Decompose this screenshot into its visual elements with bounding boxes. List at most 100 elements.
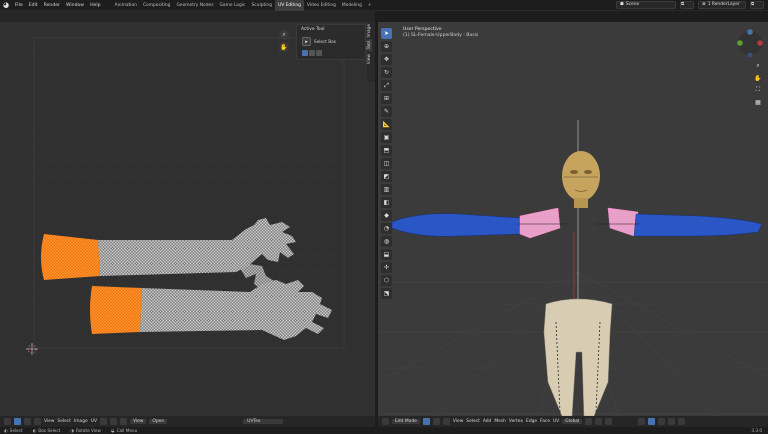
pivot-point-icon[interactable] [585,418,593,425]
orientation-dropdown[interactable]: Global [562,419,583,424]
select-tool-icon[interactable]: ➤ [381,28,392,39]
proportional-edit-icon[interactable] [119,418,127,425]
tab-video-editing[interactable]: Video Editing [304,0,339,11]
gizmo-y-icon [737,40,743,46]
xray-icon[interactable] [648,418,656,425]
menu-help[interactable]: Help [87,0,103,11]
uv-map-field[interactable]: UVTex [243,419,284,424]
shrink-fatten-tool-icon[interactable]: ✢ [381,262,392,273]
poly-build-tool-icon[interactable]: ◆ [381,210,392,221]
inset-tool-icon[interactable]: ◫ [381,158,392,169]
select-box-tool-button[interactable]: ▸ [302,37,311,46]
gizmo-z-icon [747,29,753,35]
menu-edit[interactable]: Edit [26,0,41,11]
shading-material-icon[interactable] [678,418,686,425]
viewport-select-menu[interactable]: Select [466,419,480,424]
viewport-view-menu[interactable]: View [453,419,463,424]
scale-tool-icon[interactable]: ⤢ [381,80,392,91]
overlay-icon[interactable] [638,418,646,425]
status-box-select: ◐ Box Select [32,428,61,433]
transform-tool-icon[interactable]: ⊞ [381,93,392,104]
shear-tool-icon[interactable]: ⬡ [381,275,392,286]
move-tool-icon[interactable]: ✥ [381,54,392,65]
knife-tool-icon[interactable]: ◧ [381,197,392,208]
status-call-menu: ◒ Call Menu [110,428,138,433]
status-bar: ◐ Select ◐ Box Select ◑ Rotate View ◒ Call M… [0,427,768,434]
snap-icon[interactable] [109,418,117,425]
loop-cut-tool-icon[interactable]: ▥ [381,184,392,195]
viewport-add-menu[interactable]: Add [483,419,492,424]
uv-image-menu[interactable]: Image [74,419,88,424]
view-layer-field[interactable]: ≣ 1 RenderLayer [698,1,746,9]
uv-view-menu[interactable]: View [44,419,54,424]
extrude-tool-icon[interactable]: ⬒ [381,145,392,156]
face-mode-icon[interactable] [442,418,450,425]
add-cube-tool-icon[interactable]: ▣ [381,132,392,143]
measure-tool-icon[interactable]: 📐 [381,119,392,130]
sidebar-tab-tool[interactable]: Tool [367,39,372,52]
tab-game-logic[interactable]: Game Logic [217,0,249,11]
viewport-uv-menu[interactable]: UV [553,419,559,424]
viewport-mesh-menu[interactable]: Mesh [494,419,506,424]
tab-geometry-nodes[interactable]: Geometry Nodes [173,0,216,11]
uv-view-dropdown[interactable]: View [129,419,147,424]
select-mode-subtract-icon[interactable] [316,50,322,56]
perspective-toggle-icon[interactable]: ▦ [753,97,763,107]
pan-hand-icon[interactable]: ✋ [279,42,289,52]
pivot-icon[interactable] [99,418,107,425]
shading-wire-icon[interactable] [658,418,666,425]
sidebar-tab-image[interactable]: Image [367,22,372,39]
edge-select-icon[interactable] [34,418,41,425]
snapping-icon[interactable] [595,418,603,425]
menu-window[interactable]: Window [63,0,87,11]
sidebar-tab-view[interactable]: View [367,52,372,66]
scene-name: Scene [625,2,640,7]
vertex-select-icon[interactable] [24,418,31,425]
select-mode-new-icon[interactable] [302,50,308,56]
editor-type-icon[interactable] [4,418,11,425]
uv-editor-footer: View Select Image UV View Open UVTex [0,416,375,427]
new-scene-button[interactable]: ⧉ [680,1,694,9]
rip-tool-icon[interactable]: ⬔ [381,288,392,299]
tab-modeling[interactable]: Modeling [339,0,365,11]
mode-dropdown[interactable]: Edit Mode [392,419,420,424]
zoom-icon[interactable]: ⌕ [279,30,289,40]
viewport-pan-icon[interactable]: ✋ [753,73,763,83]
edge-mode-icon[interactable] [432,418,440,425]
menu-render[interactable]: Render [41,0,63,11]
viewport-face-menu[interactable]: Face [540,419,550,424]
smooth-tool-icon[interactable]: ◍ [381,236,392,247]
navigation-gizmo[interactable] [736,28,764,58]
edge-slide-tool-icon[interactable]: ⬓ [381,249,392,260]
menu-file[interactable]: File [12,0,26,11]
blender-logo-icon[interactable]: ◕ [0,0,12,11]
tab-uv-editing[interactable]: UV Editing [275,0,304,11]
open-image-button[interactable]: Open [149,419,168,424]
bevel-tool-icon[interactable]: ◩ [381,171,392,182]
tab-compositing[interactable]: Compositing [140,0,174,11]
spin-tool-icon[interactable]: ◔ [381,223,392,234]
uv-uv-menu[interactable]: UV [91,419,97,424]
scene-field[interactable]: ⬢ Scene [616,1,676,9]
viewport-editor-type-icon[interactable] [382,418,389,425]
viewport-zoom-icon[interactable]: ⌕ [753,61,763,71]
tab-sculpting[interactable]: Sculpting [248,0,275,11]
status-select: ◐ Select [4,428,23,433]
uv-select-menu[interactable]: Select [57,419,71,424]
proportional-icon[interactable] [605,418,613,425]
new-view-layer-button[interactable]: ⧉ [750,1,764,9]
select-mode-extend-icon[interactable] [309,50,315,56]
add-workspace-button[interactable]: + [365,0,375,11]
vertex-mode-icon[interactable] [422,418,430,425]
viewport-vertex-menu[interactable]: Vertex [509,419,523,424]
annotate-tool-icon[interactable]: ✎ [381,106,392,117]
3d-viewport[interactable] [378,22,768,416]
tab-animation[interactable]: Animation [112,0,140,11]
cursor-tool-icon[interactable]: ⊕ [381,41,392,52]
sync-selection-icon[interactable] [14,418,21,425]
shading-solid-icon[interactable] [668,418,676,425]
uv-editor-canvas[interactable] [0,22,375,416]
viewport-edge-menu[interactable]: Edge [526,419,537,424]
camera-icon[interactable]: ⛶ [753,85,763,95]
rotate-tool-icon[interactable]: ↻ [381,67,392,78]
